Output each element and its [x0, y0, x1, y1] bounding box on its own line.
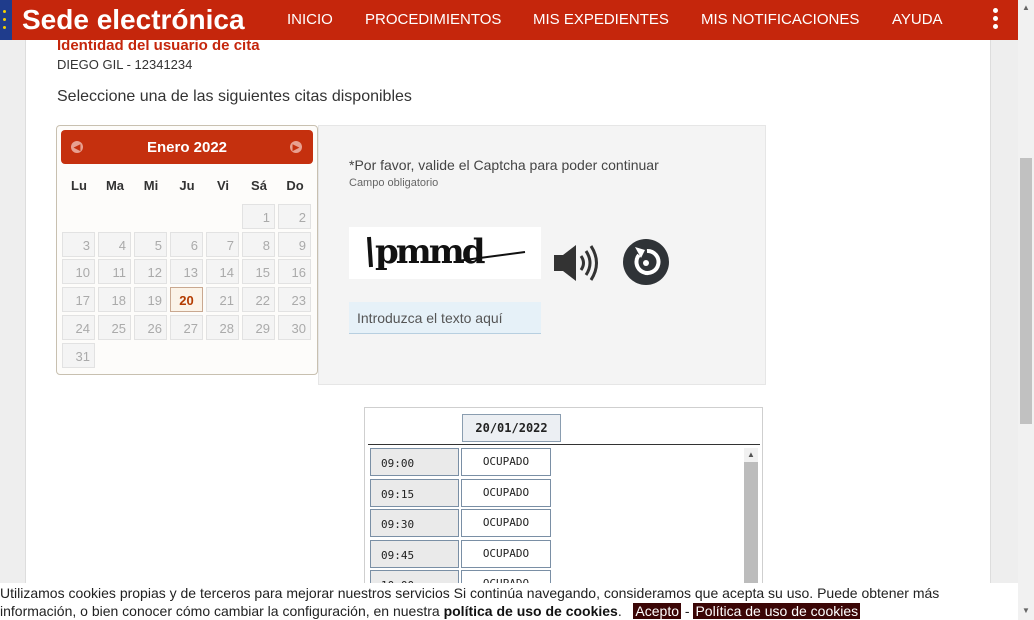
slot-status[interactable]: OCUPADO: [461, 509, 551, 537]
calendar-day[interactable]: 27: [170, 314, 203, 340]
calendar-day[interactable]: 17: [62, 287, 95, 313]
weekday-header: Vi: [216, 178, 230, 193]
calendar-day[interactable]: 1: [242, 204, 275, 229]
calendar-day[interactable]: 26: [134, 314, 167, 340]
calendar-month-title: Enero 2022: [146, 139, 228, 156]
cookie-separator: -: [684, 603, 690, 619]
calendar-day[interactable]: 11: [98, 259, 131, 285]
calendar-day[interactable]: 9: [278, 231, 311, 257]
slot-status[interactable]: OCUPADO: [461, 448, 551, 476]
weekday-header: Ma: [105, 178, 125, 193]
scroll-down-arrow-icon[interactable]: ▼: [1022, 606, 1030, 615]
nav-inicio[interactable]: INICIO: [287, 11, 333, 28]
calendar-day[interactable]: 29: [242, 314, 275, 340]
weekday-header: Ju: [179, 178, 195, 193]
weekday-header: Do: [286, 178, 304, 193]
refresh-icon[interactable]: [622, 238, 670, 286]
calendar-day[interactable]: 25: [98, 314, 131, 340]
identity-value: DIEGO GIL - 12341234: [57, 57, 193, 72]
header-divider: [368, 444, 760, 445]
slot-status[interactable]: OCUPADO: [461, 478, 551, 507]
nav-mis-notificaciones[interactable]: MIS NOTIFICACIONES: [701, 11, 859, 28]
calendar-day[interactable]: 23: [278, 287, 311, 313]
slots-scroll-thumb[interactable]: [744, 462, 758, 596]
eu-flag-icon: [0, 0, 12, 40]
calendar-header: ◀ Enero 2022 ▶: [61, 130, 313, 164]
cookie-banner: Utilizamos cookies propias y de terceros…: [0, 583, 1018, 620]
calendar: ◀ Enero 2022 ▶ Lu Ma Mi Ju Vi Sá Do 1 2 3 4 5 6 7 8 9 10…: [56, 125, 318, 375]
calendar-day[interactable]: 18: [98, 287, 131, 313]
speaker-icon[interactable]: [552, 242, 602, 284]
slot-time: 09:00: [370, 448, 459, 476]
captcha-required-note: Campo obligatorio: [349, 177, 439, 189]
calendar-day[interactable]: 31: [62, 342, 95, 368]
scroll-up-icon[interactable]: ▲: [747, 450, 755, 459]
captcha-image: pmmd: [349, 227, 541, 279]
calendar-day[interactable]: 14: [206, 259, 239, 285]
chevron-right-icon[interactable]: ▶: [290, 141, 302, 153]
calendar-day[interactable]: 3: [62, 231, 95, 257]
calendar-day[interactable]: 16: [278, 259, 311, 285]
cookie-policy-link[interactable]: política de uso de cookies: [444, 603, 618, 619]
weekday-header: Mi: [143, 178, 159, 193]
calendar-day-selected[interactable]: 20: [170, 287, 203, 313]
site-brand[interactable]: Sede electrónica: [22, 4, 245, 36]
slots-date-header: 20/01/2022: [462, 414, 561, 442]
calendar-day[interactable]: 5: [134, 231, 167, 257]
page-scroll-thumb[interactable]: [1020, 158, 1032, 424]
page-scrollbar[interactable]: ▲ ▼: [1018, 0, 1034, 620]
nav-mis-expedientes[interactable]: MIS EXPEDIENTES: [533, 11, 669, 28]
accept-cookies-button[interactable]: Acepto: [633, 603, 682, 619]
calendar-day[interactable]: 10: [62, 259, 95, 285]
time-slots-table: 20/01/2022 09:00 OCUPADO 09:15 OCUPADO 09:30…: [364, 407, 763, 597]
calendar-day[interactable]: 7: [206, 231, 239, 257]
slots-scrollbar[interactable]: ▲: [744, 448, 758, 596]
calendar-day[interactable]: 2: [278, 204, 311, 229]
calendar-day[interactable]: 21: [206, 287, 239, 313]
instruction-text: Seleccione una de las siguientes citas d…: [57, 88, 412, 105]
identity-title: Identidad del usuario de cita: [57, 37, 260, 54]
slot-status[interactable]: OCUPADO: [461, 539, 551, 568]
calendar-day[interactable]: 28: [206, 314, 239, 340]
slot-time: 09:45: [370, 539, 459, 568]
calendar-day[interactable]: 24: [62, 314, 95, 340]
captcha-input[interactable]: [349, 302, 541, 334]
nav-ayuda[interactable]: AYUDA: [892, 11, 943, 28]
calendar-day[interactable]: 19: [134, 287, 167, 313]
calendar-day[interactable]: 22: [242, 287, 275, 313]
calendar-day[interactable]: 13: [170, 259, 203, 285]
nav-procedimientos[interactable]: PROCEDIMIENTOS: [365, 11, 501, 28]
weekday-header: Sá: [251, 178, 267, 193]
weekday-header: Lu: [71, 178, 87, 193]
calendar-day[interactable]: 6: [170, 231, 203, 257]
more-menu-icon[interactable]: [990, 8, 1000, 34]
slot-time: 09:30: [370, 509, 459, 537]
captcha-text: pmmd: [375, 232, 485, 272]
cookie-policy-button[interactable]: Política de uso de cookies: [693, 603, 861, 619]
calendar-day[interactable]: 15: [242, 259, 275, 285]
top-nav-bar: Sede electrónica INICIO PROCEDIMIENTOS M…: [0, 0, 1018, 40]
slot-time: 09:15: [370, 478, 459, 507]
calendar-day[interactable]: 8: [242, 231, 275, 257]
calendar-day[interactable]: 12: [134, 259, 167, 285]
calendar-day[interactable]: 30: [278, 314, 311, 340]
captcha-message: *Por favor, valide el Captcha para poder…: [349, 157, 659, 173]
calendar-day[interactable]: 4: [98, 231, 131, 257]
scroll-up-arrow-icon[interactable]: ▲: [1022, 3, 1030, 12]
